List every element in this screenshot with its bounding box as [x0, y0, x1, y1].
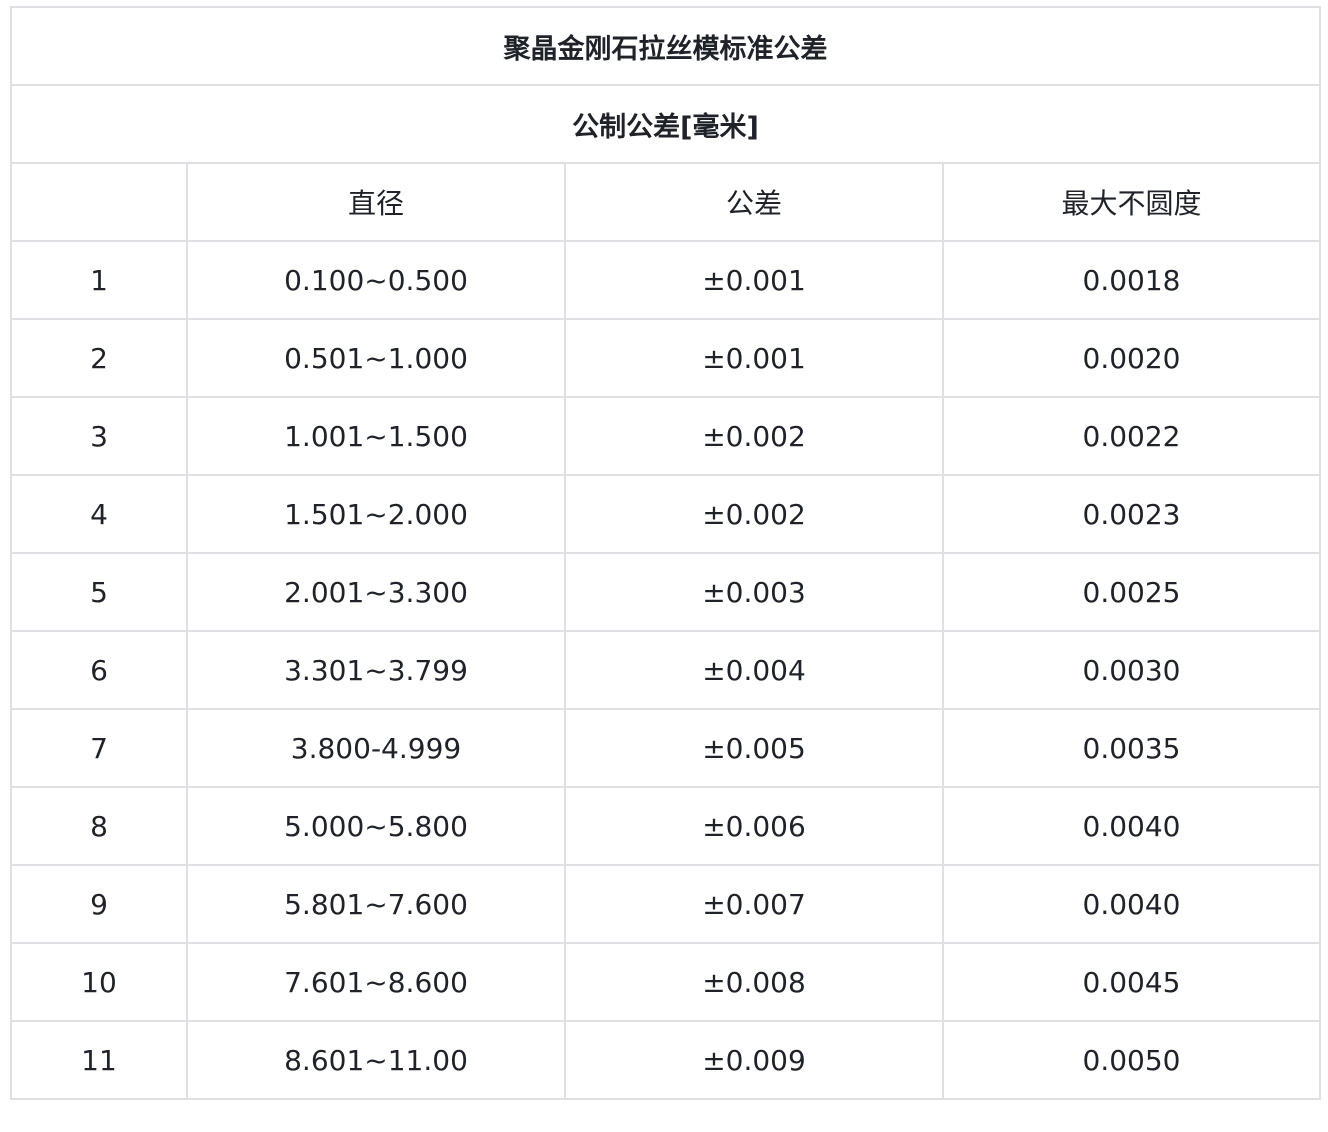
- row-tolerance: ±0.002: [564, 474, 944, 554]
- table-row: 10 7.601~8.600 ±0.008 0.0045: [10, 942, 1321, 1022]
- header-tolerance: 公差: [564, 162, 944, 242]
- row-tolerance: ±0.005: [564, 708, 944, 788]
- row-out-of-roundness: 0.0020: [942, 318, 1321, 398]
- row-diameter: 0.100~0.500: [186, 240, 566, 320]
- row-index: 8: [10, 786, 188, 866]
- table-row: 3 1.001~1.500 ±0.002 0.0022: [10, 396, 1321, 476]
- header-max-out-of-roundness: 最大不圆度: [942, 162, 1321, 242]
- table-row: 2 0.501~1.000 ±0.001 0.0020: [10, 318, 1321, 398]
- tolerance-table-container: 聚晶金刚石拉丝模标准公差 公制公差[毫米] 直径 公差 最大不圆度 1 0.10…: [10, 6, 1321, 1100]
- row-diameter: 5.000~5.800: [186, 786, 566, 866]
- row-index: 6: [10, 630, 188, 710]
- header-diameter: 直径: [186, 162, 566, 242]
- row-index: 5: [10, 552, 188, 632]
- table-row: 1 0.100~0.500 ±0.001 0.0018: [10, 240, 1321, 320]
- row-diameter: 1.501~2.000: [186, 474, 566, 554]
- row-out-of-roundness: 0.0022: [942, 396, 1321, 476]
- row-out-of-roundness: 0.0050: [942, 1020, 1321, 1100]
- row-out-of-roundness: 0.0035: [942, 708, 1321, 788]
- row-tolerance: ±0.001: [564, 318, 944, 398]
- row-index: 11: [10, 1020, 188, 1100]
- row-out-of-roundness: 0.0040: [942, 786, 1321, 866]
- row-tolerance: ±0.001: [564, 240, 944, 320]
- row-index: 7: [10, 708, 188, 788]
- table-row: 5 2.001~3.300 ±0.003 0.0025: [10, 552, 1321, 632]
- row-diameter: 7.601~8.600: [186, 942, 566, 1022]
- table-row: 11 8.601~11.00 ±0.009 0.0050: [10, 1020, 1321, 1100]
- row-diameter: 2.001~3.300: [186, 552, 566, 632]
- row-out-of-roundness: 0.0040: [942, 864, 1321, 944]
- row-index: 10: [10, 942, 188, 1022]
- table-title-row: 聚晶金刚石拉丝模标准公差: [10, 6, 1321, 86]
- row-tolerance: ±0.004: [564, 630, 944, 710]
- table-row: 4 1.501~2.000 ±0.002 0.0023: [10, 474, 1321, 554]
- table-row: 8 5.000~5.800 ±0.006 0.0040: [10, 786, 1321, 866]
- row-tolerance: ±0.009: [564, 1020, 944, 1100]
- row-diameter: 5.801~7.600: [186, 864, 566, 944]
- row-out-of-roundness: 0.0023: [942, 474, 1321, 554]
- row-tolerance: ±0.003: [564, 552, 944, 632]
- row-tolerance: ±0.002: [564, 396, 944, 476]
- table-title: 聚晶金刚石拉丝模标准公差: [10, 6, 1321, 86]
- row-index: 3: [10, 396, 188, 476]
- row-tolerance: ±0.006: [564, 786, 944, 866]
- table-row: 9 5.801~7.600 ±0.007 0.0040: [10, 864, 1321, 944]
- row-out-of-roundness: 0.0045: [942, 942, 1321, 1022]
- row-index: 9: [10, 864, 188, 944]
- row-tolerance: ±0.007: [564, 864, 944, 944]
- row-index: 4: [10, 474, 188, 554]
- row-diameter: 3.301~3.799: [186, 630, 566, 710]
- row-out-of-roundness: 0.0030: [942, 630, 1321, 710]
- table-subtitle: 公制公差[毫米]: [10, 84, 1321, 164]
- row-diameter: 1.001~1.500: [186, 396, 566, 476]
- table-row: 7 3.800-4.999 ±0.005 0.0035: [10, 708, 1321, 788]
- table-subtitle-row: 公制公差[毫米]: [10, 84, 1321, 164]
- header-index: [10, 162, 188, 242]
- row-diameter: 3.800-4.999: [186, 708, 566, 788]
- row-out-of-roundness: 0.0025: [942, 552, 1321, 632]
- row-index: 1: [10, 240, 188, 320]
- row-diameter: 8.601~11.00: [186, 1020, 566, 1100]
- row-out-of-roundness: 0.0018: [942, 240, 1321, 320]
- table-row: 6 3.301~3.799 ±0.004 0.0030: [10, 630, 1321, 710]
- row-diameter: 0.501~1.000: [186, 318, 566, 398]
- row-tolerance: ±0.008: [564, 942, 944, 1022]
- table-header-row: 直径 公差 最大不圆度: [10, 162, 1321, 242]
- row-index: 2: [10, 318, 188, 398]
- tolerance-table: 聚晶金刚石拉丝模标准公差 公制公差[毫米] 直径 公差 最大不圆度 1 0.10…: [10, 6, 1321, 1100]
